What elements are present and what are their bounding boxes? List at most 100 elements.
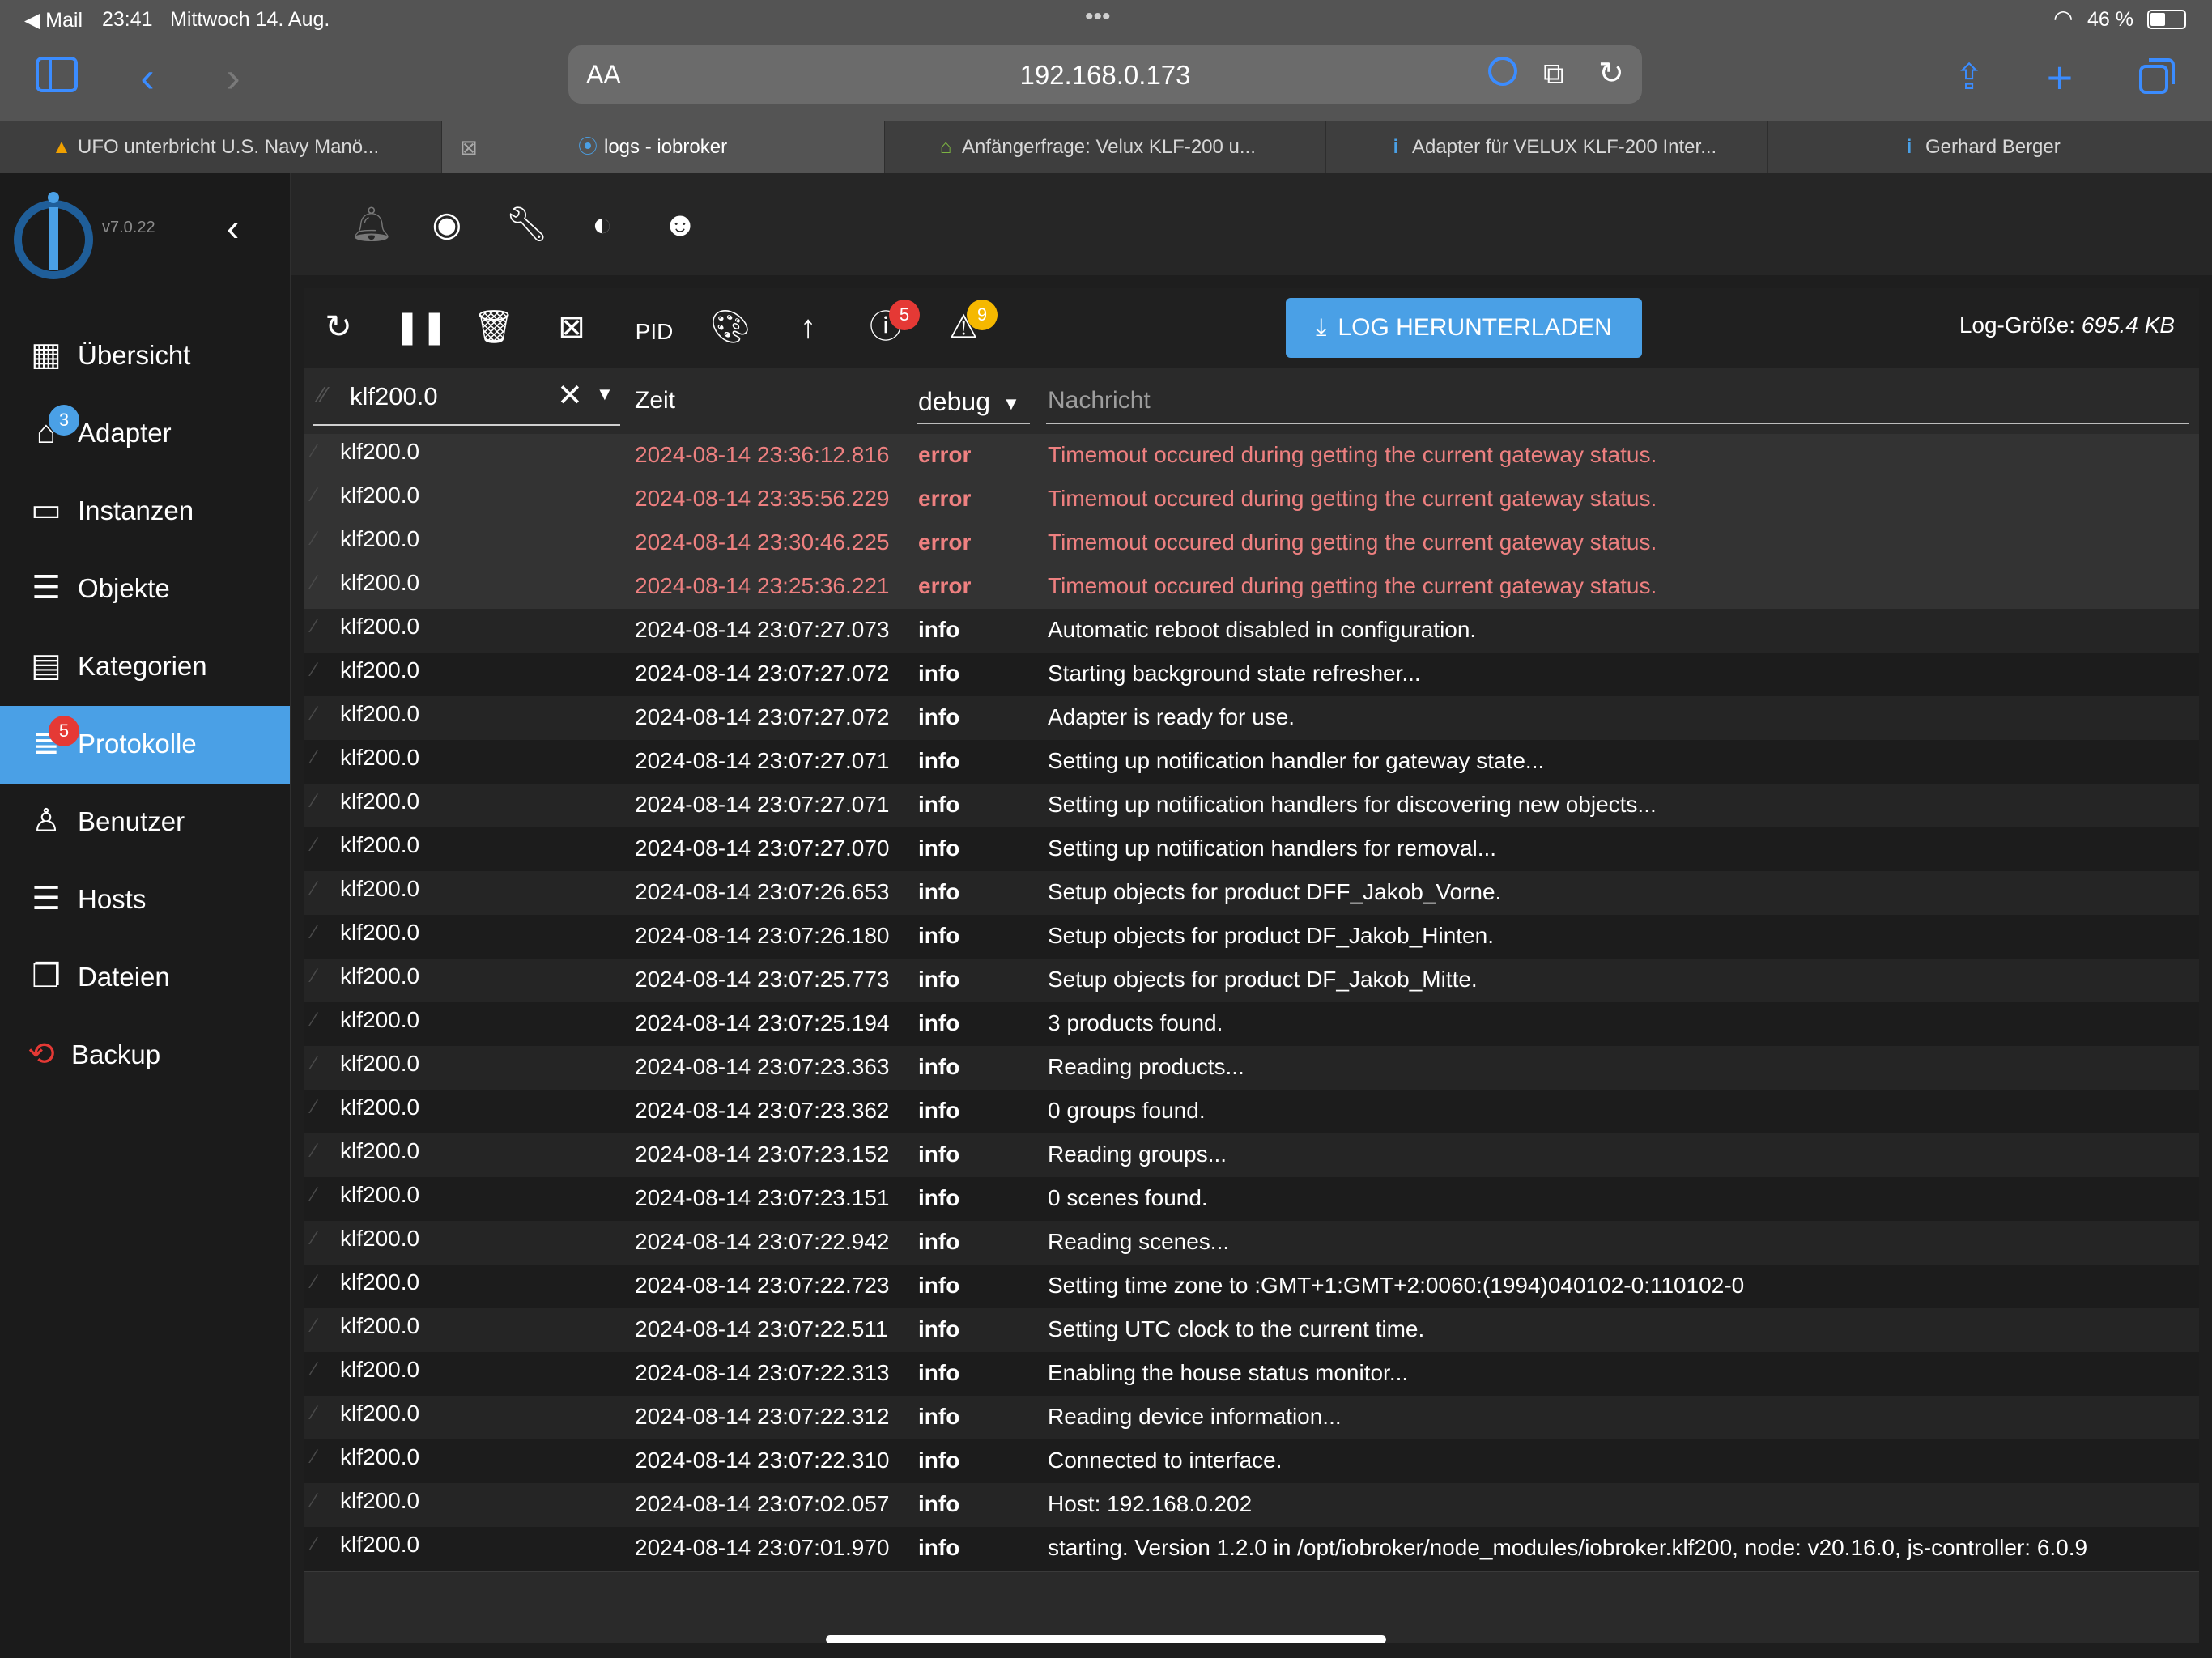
sidebar-item-overview[interactable]: ▦ Übersicht <box>0 317 290 395</box>
delete-icon[interactable]: 🗑︎ <box>471 311 517 343</box>
log-source: klf200.0 <box>340 1182 420 1207</box>
share-icon[interactable]: ⇪ <box>1946 57 1992 99</box>
level-select-underline <box>917 423 1030 424</box>
back-to-app-link[interactable]: ◀ Mail <box>24 8 83 32</box>
log-severity: info <box>918 835 960 861</box>
source-icon: ⁄ <box>313 1402 317 1424</box>
log-row[interactable]: ⁄ klf200.0 2024-08-14 23:07:26.653 info Setu… <box>304 871 2199 916</box>
collapse-sidebar-icon[interactable]: ‹ <box>227 206 239 249</box>
download-log-button[interactable]: ⤓ LOG HERUNTERLADEN <box>1286 298 1642 358</box>
level-select[interactable]: debug <box>918 387 990 417</box>
extension-icon[interactable]: ⧉ <box>1543 57 1564 91</box>
log-row[interactable]: ⁄ klf200.0 2024-08-14 23:07:22.313 info Enab… <box>304 1352 2199 1397</box>
back-icon[interactable]: ‹ <box>131 57 164 99</box>
log-row[interactable]: ⁄ klf200.0 2024-08-14 23:25:36.221 error Tim… <box>304 565 2199 610</box>
eye-icon[interactable]: ◉ <box>428 207 466 241</box>
log-row[interactable]: ⁄ klf200.0 2024-08-14 23:35:56.229 error Tim… <box>304 478 2199 523</box>
log-row[interactable]: ⁄ klf200.0 2024-08-14 23:07:22.942 info Read… <box>304 1221 2199 1266</box>
log-message: Setting time zone to :GMT+1:GMT+2:0060:(… <box>1048 1273 1745 1298</box>
level-chevron-down-icon[interactable]: ▼ <box>1002 393 1020 414</box>
sidebar-item-label: Dateien <box>78 962 170 992</box>
url-text[interactable]: 192.168.0.173 <box>568 60 1642 91</box>
sidebar-item-hosts[interactable]: ☰ Hosts <box>0 861 290 939</box>
sidebar-item-logs[interactable]: ≣ 5 Protokolle <box>0 706 290 784</box>
password-manager-icon[interactable] <box>1488 57 1517 86</box>
bell-icon[interactable]: 🔔︎ <box>350 207 393 241</box>
log-row[interactable]: ⁄ klf200.0 2024-08-14 23:07:27.070 info Sett… <box>304 827 2199 873</box>
log-row[interactable]: ⁄ klf200.0 2024-08-14 23:07:27.073 info Auto… <box>304 609 2199 654</box>
version-label: v7.0.22 <box>102 219 155 236</box>
theme-toggle-icon[interactable]: ◐ <box>583 207 622 241</box>
browser-tab[interactable]: i Gerhard Berger <box>1768 121 2212 173</box>
column-header-time[interactable]: Zeit <box>635 387 675 414</box>
sidebar-item-adapter[interactable]: ⌂ 3 Adapter <box>0 395 290 473</box>
browser-tab[interactable]: ⌂ Anfängerfrage: Velux KLF-200 u... <box>884 121 1326 173</box>
log-row[interactable]: ⁄ klf200.0 2024-08-14 23:07:27.072 info Star… <box>304 653 2199 698</box>
log-row[interactable]: ⁄ klf200.0 2024-08-14 23:07:27.071 info Sett… <box>304 784 2199 829</box>
palette-icon[interactable]: 🎨︎ <box>708 311 753 343</box>
sidebar-item-users[interactable]: ♙ Benutzer <box>0 784 290 861</box>
log-message: Setup objects for product DFF_Jakob_Vorn… <box>1048 879 1502 904</box>
log-message: Timemout occured during getting the curr… <box>1048 442 1657 467</box>
log-row[interactable]: ⁄ klf200.0 2024-08-14 23:07:23.152 info Read… <box>304 1133 2199 1179</box>
log-row[interactable]: ⁄ klf200.0 2024-08-14 23:07:25.773 info Setu… <box>304 959 2199 1004</box>
sidebar-item-files[interactable]: ❐ Dateien <box>0 939 290 1017</box>
reload-icon[interactable]: ↻ <box>1598 55 1624 91</box>
log-row[interactable]: ⁄ klf200.0 2024-08-14 23:07:01.970 info star… <box>304 1527 2199 1572</box>
log-row[interactable]: ⁄ klf200.0 2024-08-14 23:30:46.225 error Tim… <box>304 521 2199 567</box>
arrow-up-icon[interactable]: ↑ <box>785 311 831 343</box>
log-source: klf200.0 <box>340 570 420 595</box>
pause-icon[interactable]: ❚❚ <box>393 311 448 343</box>
new-tab-icon[interactable]: + <box>2037 55 2082 100</box>
sidebar-item-instances[interactable]: ▭ Instanzen <box>0 473 290 551</box>
log-severity: info <box>918 967 960 992</box>
log-message: 3 products found. <box>1048 1010 1223 1035</box>
browser-tab[interactable]: ▲ UFO unterbricht U.S. Navy Manö... <box>0 121 442 173</box>
log-row[interactable]: ⁄ klf200.0 2024-08-14 23:07:26.180 info Setu… <box>304 915 2199 960</box>
sidebar-toggle-icon[interactable] <box>34 57 79 100</box>
log-row[interactable]: ⁄ klf200.0 2024-08-14 23:07:23.151 info 0 sc… <box>304 1177 2199 1222</box>
delete-log-file-icon[interactable]: ⊠ <box>549 311 594 343</box>
log-row[interactable]: ⁄ klf200.0 2024-08-14 23:07:22.312 info Read… <box>304 1396 2199 1441</box>
address-bar[interactable]: AA 192.168.0.173 ⧉ ↻ <box>568 45 1642 104</box>
error-filter-icon[interactable]: ⓘ 5 <box>863 300 920 343</box>
warning-filter-icon[interactable]: ⚠︎ 9 <box>941 300 998 343</box>
browser-tab-active[interactable]: ⊠ ⦿ logs - iobroker <box>442 121 885 173</box>
log-time: 2024-08-14 23:07:22.942 <box>635 1229 890 1254</box>
log-row[interactable]: ⁄ klf200.0 2024-08-14 23:07:27.072 info Adap… <box>304 696 2199 742</box>
log-row[interactable]: ⁄ klf200.0 2024-08-14 23:07:23.363 info Read… <box>304 1046 2199 1091</box>
log-source: klf200.0 <box>340 526 420 551</box>
sidebar-item-backup[interactable]: ⟲ Backup <box>0 1017 290 1095</box>
log-row[interactable]: ⁄ klf200.0 2024-08-14 23:07:25.194 info 3 pr… <box>304 1002 2199 1048</box>
log-message: Host: 192.168.0.202 <box>1048 1491 1253 1516</box>
log-row[interactable]: ⁄ klf200.0 2024-08-14 23:07:02.057 info Host… <box>304 1483 2199 1528</box>
home-indicator[interactable] <box>826 1635 1386 1643</box>
clear-filter-icon[interactable]: ✕ <box>557 377 583 414</box>
filter-icon: ⁄⁄ <box>319 382 327 407</box>
chevron-down-icon[interactable]: ▼ <box>596 384 614 405</box>
browser-tab[interactable]: i Adapter für VELUX KLF-200 Inter... <box>1326 121 1768 173</box>
close-tab-icon[interactable]: ⊠ <box>460 121 478 173</box>
sidebar-item-label: Backup <box>71 1039 161 1069</box>
log-row[interactable]: ⁄ klf200.0 2024-08-14 23:36:12.816 error Tim… <box>304 434 2199 479</box>
log-time: 2024-08-14 23:07:22.310 <box>635 1448 890 1473</box>
log-time: 2024-08-14 23:07:22.511 <box>635 1316 888 1341</box>
multitask-dots[interactable]: ••• <box>1085 3 1111 31</box>
log-row[interactable]: ⁄ klf200.0 2024-08-14 23:07:22.511 info Sett… <box>304 1308 2199 1354</box>
log-row[interactable]: ⁄ klf200.0 2024-08-14 23:07:27.071 info Sett… <box>304 740 2199 785</box>
sidebar-item-categories[interactable]: ▤ Kategorien <box>0 628 290 706</box>
log-row[interactable]: ⁄ klf200.0 2024-08-14 23:07:22.310 info Conn… <box>304 1439 2199 1485</box>
forward-icon[interactable]: › <box>217 57 249 99</box>
source-icon: ⁄ <box>313 703 317 725</box>
tab-overview-icon[interactable] <box>2134 57 2180 103</box>
message-filter-input[interactable]: Nachricht <box>1048 387 1151 414</box>
log-row[interactable]: ⁄ klf200.0 2024-08-14 23:07:22.723 info Sett… <box>304 1265 2199 1310</box>
wrench-icon[interactable]: 🔧︎ <box>505 207 548 241</box>
sidebar-item-objects[interactable]: ☰ Objekte <box>0 551 290 628</box>
refresh-icon[interactable]: ↻ <box>316 311 361 343</box>
log-row[interactable]: ⁄ klf200.0 2024-08-14 23:07:23.362 info 0 gr… <box>304 1090 2199 1135</box>
source-icon: ⁄ <box>313 1533 317 1555</box>
source-filter-input[interactable]: ⁄⁄ klf200.0 ✕ ▼ <box>313 369 620 426</box>
pid-toggle-button[interactable]: PID <box>622 316 687 348</box>
expert-mode-icon[interactable]: ☻ <box>661 207 700 241</box>
